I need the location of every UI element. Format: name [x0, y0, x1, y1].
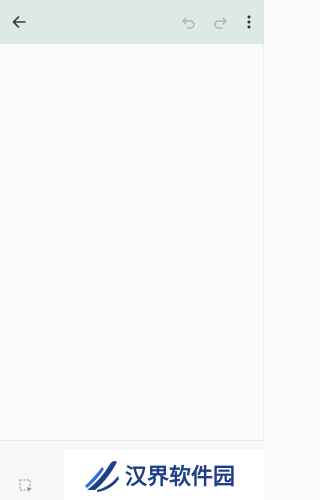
redo-icon [214, 17, 227, 29]
drawing-app: 汉界软件园 [0, 0, 264, 500]
brand-logo-icon [85, 460, 119, 492]
top-toolbar [0, 0, 264, 44]
selection-tool-icon [19, 479, 32, 492]
watermark: 汉界软件园 [64, 449, 264, 500]
back-button[interactable] [5, 8, 33, 36]
watermark-text: 汉界软件园 [125, 464, 236, 490]
undo-button[interactable] [175, 8, 203, 36]
redo-button[interactable] [206, 8, 234, 36]
undo-icon [182, 17, 195, 29]
drawing-canvas[interactable] [0, 44, 264, 440]
arrow-left-icon [12, 16, 26, 28]
more-vertical-icon [247, 15, 251, 29]
selection-tool-button[interactable] [14, 474, 38, 498]
more-options-button[interactable] [235, 8, 263, 36]
